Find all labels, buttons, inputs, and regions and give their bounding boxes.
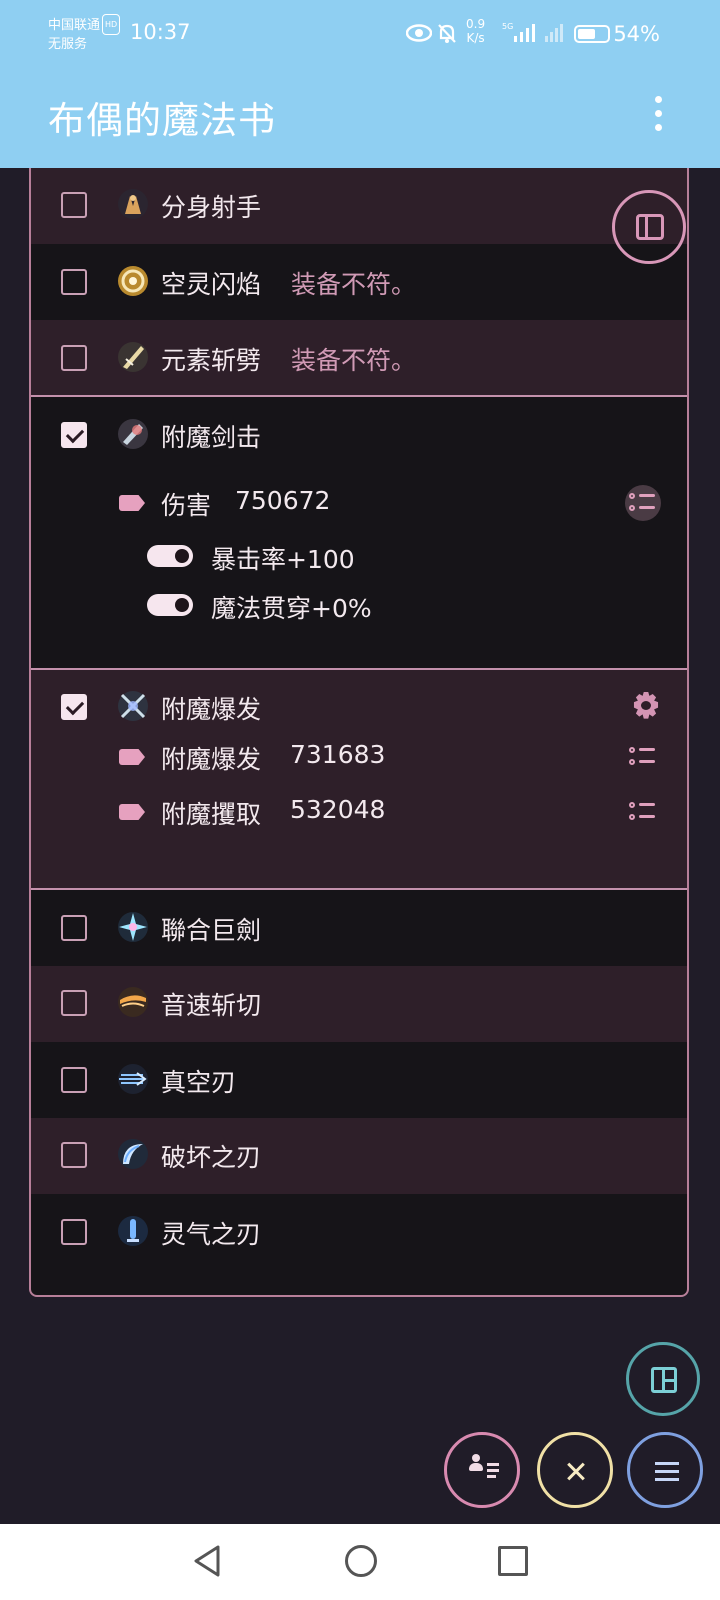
- enchant-strike-skill-icon: [118, 419, 148, 449]
- united-greatsword-skill-icon: [118, 912, 148, 942]
- layout-icon: [651, 1367, 677, 1393]
- crit-rate-toggle[interactable]: [147, 545, 193, 567]
- skill-row[interactable]: 真空刃: [31, 1042, 687, 1118]
- status-bar: 中国联通 HD 无服务 10:37 0.9 K/s 5G 54%: [0, 0, 720, 64]
- skill-checkbox[interactable]: [61, 915, 87, 941]
- net-speed-value: 0.9: [466, 17, 486, 31]
- burst-label: 附魔爆发: [161, 745, 262, 774]
- ethereal-flame-skill-icon: [118, 266, 148, 296]
- split-archer-skill-icon: [118, 189, 148, 219]
- skill-name: 附魔剑击: [161, 423, 262, 452]
- skill-row[interactable]: 聯合巨劍: [31, 890, 687, 966]
- recent-apps-icon[interactable]: [498, 1546, 528, 1576]
- skill-name: 破坏之刃: [161, 1143, 262, 1172]
- crit-rate-label: 暴击率+100: [211, 545, 355, 574]
- skill-checkbox-checked[interactable]: [61, 422, 87, 448]
- skill-row[interactable]: 破坏之刃: [31, 1118, 687, 1194]
- skill-row-expanded[interactable]: 附魔剑击 伤害 750672 暴击率+100 魔法贯穿+0%: [31, 397, 687, 668]
- home-icon[interactable]: [345, 1545, 377, 1577]
- damage-value: 750672: [235, 486, 331, 515]
- skill-row-expanded[interactable]: 附魔爆发 附魔爆发 731683 附魔攫取 532048: [31, 670, 687, 888]
- sonic-slash-skill-icon: [118, 987, 148, 1017]
- menu-icon: [655, 1462, 679, 1465]
- layout-button[interactable]: [626, 1342, 700, 1416]
- skill-checkbox[interactable]: [61, 192, 87, 218]
- enchant-burst-skill-icon: [118, 691, 148, 721]
- vacuum-blade-skill-icon: [118, 1064, 148, 1094]
- service-status: 无服务: [48, 37, 88, 52]
- menu-button[interactable]: [627, 1432, 703, 1508]
- skill-checkbox[interactable]: [61, 990, 87, 1016]
- skill-name: 附魔爆发: [161, 695, 262, 724]
- close-button[interactable]: [537, 1432, 613, 1508]
- skill-name: 真空刃: [161, 1068, 237, 1097]
- eye-icon: [406, 24, 432, 42]
- formula-list-icon[interactable]: [625, 794, 661, 830]
- carrier-name: 中国联通: [48, 18, 101, 33]
- seize-label: 附魔攫取: [161, 800, 262, 829]
- back-icon[interactable]: [192, 1544, 222, 1578]
- battery-percent: 54%: [613, 22, 660, 46]
- skill-list-card: 分身射手 空灵闪焰 装备不符。 元素斩劈 装备不符。 附魔剑击 伤害 75067…: [29, 168, 689, 1297]
- magic-penetration-toggle[interactable]: [147, 594, 193, 616]
- label-tag-icon: [119, 749, 145, 765]
- element-slash-skill-icon: [118, 342, 148, 372]
- system-nav-bar: [0, 1524, 720, 1600]
- skill-checkbox-checked[interactable]: [61, 694, 87, 720]
- mute-bell-icon: [438, 24, 456, 43]
- skill-checkbox[interactable]: [61, 1142, 87, 1168]
- formula-list-icon[interactable]: [625, 739, 661, 775]
- skill-checkbox[interactable]: [61, 1067, 87, 1093]
- magic-penetration-label: 魔法贯穿+0%: [211, 594, 372, 623]
- label-tag-icon: [119, 495, 145, 511]
- signal-icon: [514, 24, 535, 42]
- equipment-mismatch-note: 装备不符。: [291, 270, 417, 299]
- skill-row[interactable]: 音速斩切: [31, 966, 687, 1042]
- aura-blade-skill-icon: [118, 1216, 148, 1246]
- battery-icon: [574, 25, 610, 43]
- app-bar: 布偶的魔法书: [0, 64, 720, 168]
- net-speed: 0.9 K/s: [466, 17, 485, 45]
- skill-checkbox[interactable]: [61, 345, 87, 371]
- hd-badge: HD: [102, 14, 121, 35]
- destruction-blade-skill-icon: [118, 1139, 148, 1169]
- character-list-button[interactable]: [444, 1432, 520, 1508]
- seize-value: 532048: [290, 795, 386, 824]
- skill-name: 聯合巨劍: [161, 916, 262, 945]
- equipment-mismatch-note: 装备不符。: [291, 346, 417, 375]
- skill-row[interactable]: 灵气之刃: [31, 1194, 687, 1270]
- net-speed-unit: K/s: [466, 31, 485, 45]
- damage-label: 伤害: [161, 491, 212, 520]
- contact-list-icon: [469, 1454, 483, 1471]
- gear-icon[interactable]: [631, 691, 661, 721]
- burst-value: 731683: [290, 740, 386, 769]
- skill-row[interactable]: 空灵闪焰 装备不符。: [31, 244, 687, 320]
- skill-row[interactable]: 分身射手: [31, 168, 687, 244]
- skill-name: 音速斩切: [161, 991, 262, 1020]
- more-vert-icon[interactable]: [646, 94, 670, 134]
- skill-name: 空灵闪焰: [161, 270, 262, 299]
- app-title: 布偶的魔法书: [48, 99, 276, 142]
- skill-checkbox[interactable]: [61, 1219, 87, 1245]
- skill-name: 元素斩劈: [161, 346, 262, 375]
- clock: 10:37: [130, 20, 191, 44]
- side-panel-icon: [636, 214, 664, 240]
- carrier-info: 中国联通 HD 无服务: [48, 14, 121, 54]
- skill-name: 灵气之刃: [161, 1220, 262, 1249]
- label-tag-icon: [119, 804, 145, 820]
- signal-2-icon: [545, 24, 563, 42]
- side-panel-toggle-button[interactable]: [612, 190, 686, 264]
- skill-checkbox[interactable]: [61, 269, 87, 295]
- skill-name: 分身射手: [161, 193, 262, 222]
- skill-row[interactable]: 元素斩劈 装备不符。: [31, 320, 687, 396]
- formula-list-icon[interactable]: [625, 485, 661, 521]
